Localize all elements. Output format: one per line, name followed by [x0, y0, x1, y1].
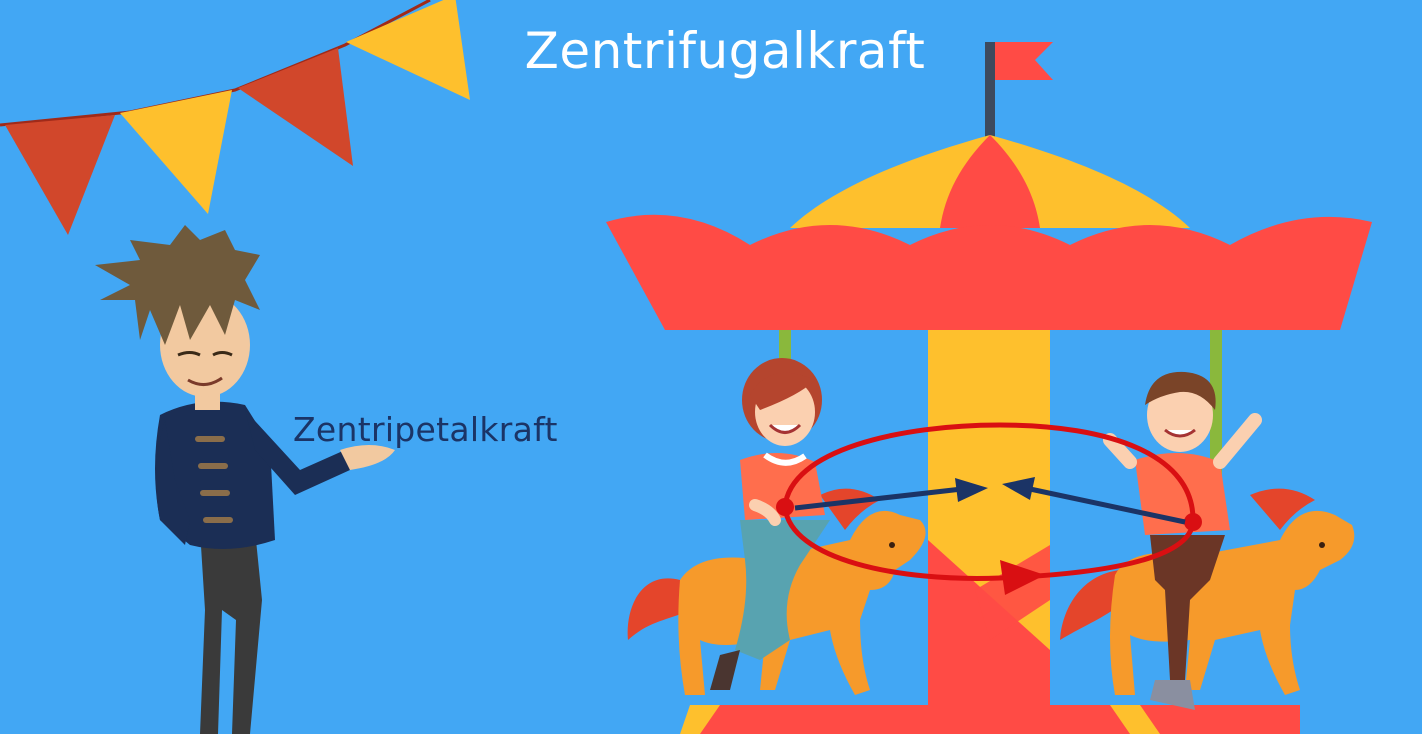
centripetal-force-label: Zentripetalkraft [293, 410, 558, 449]
page-title: Zentrifugalkraft [524, 22, 926, 80]
carousel-scene [0, 0, 1422, 734]
